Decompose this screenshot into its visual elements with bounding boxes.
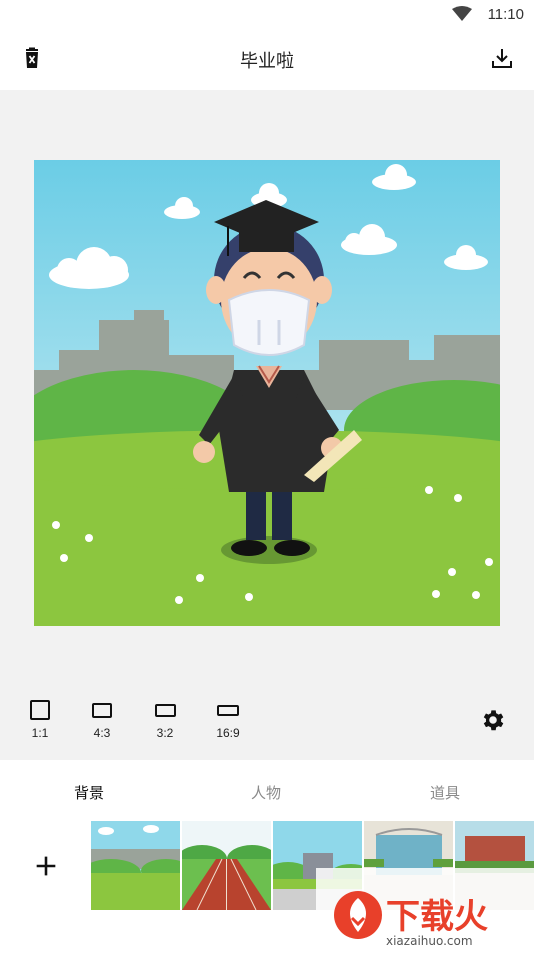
ratio-3-2[interactable]: 3:2 [143, 702, 187, 740]
tab-character[interactable]: 人物 [251, 782, 281, 803]
status-bar: 11:10 [0, 0, 534, 28]
ratio-1-1-icon [30, 700, 50, 720]
ratio-label: 3:2 [156, 726, 174, 740]
category-tabs: 背景 人物 道具 [0, 760, 534, 816]
app-bar: 毕业啦 [0, 28, 534, 90]
gear-icon[interactable] [480, 707, 506, 733]
ratio-label: 1:1 [31, 726, 49, 740]
download-icon[interactable] [490, 46, 514, 70]
thumbnail-park[interactable] [91, 821, 180, 910]
thumbnail-running-track[interactable] [182, 821, 271, 910]
ratio-toolbar: 1:1 4:3 3:2 16:9 [0, 688, 534, 748]
ratio-1-1[interactable]: 1:1 [18, 700, 62, 740]
page-title: 毕业啦 [240, 51, 294, 71]
ratio-4-3[interactable]: 4:3 [80, 702, 124, 740]
editor-stage [0, 90, 534, 760]
ratio-label: 16:9 [216, 726, 240, 740]
plus-icon[interactable] [32, 852, 60, 880]
watermark-url: xiazaihuo.com [386, 934, 473, 948]
tab-props[interactable]: 道具 [430, 782, 460, 803]
watermark-brand: 下载火 [386, 897, 488, 937]
ratio-label: 4:3 [93, 726, 111, 740]
ratio-4-3-icon [92, 703, 112, 718]
watermark: 下载火 xiazaihuo.com [316, 868, 534, 949]
wifi-icon [452, 6, 472, 21]
ratio-3-2-icon [154, 704, 176, 717]
status-time: 11:10 [487, 6, 524, 23]
ratio-16-9-icon [217, 705, 239, 716]
graduation-canvas[interactable] [34, 160, 500, 626]
ratio-16-9[interactable]: 16:9 [206, 702, 250, 740]
tab-background[interactable]: 背景 [74, 782, 104, 803]
